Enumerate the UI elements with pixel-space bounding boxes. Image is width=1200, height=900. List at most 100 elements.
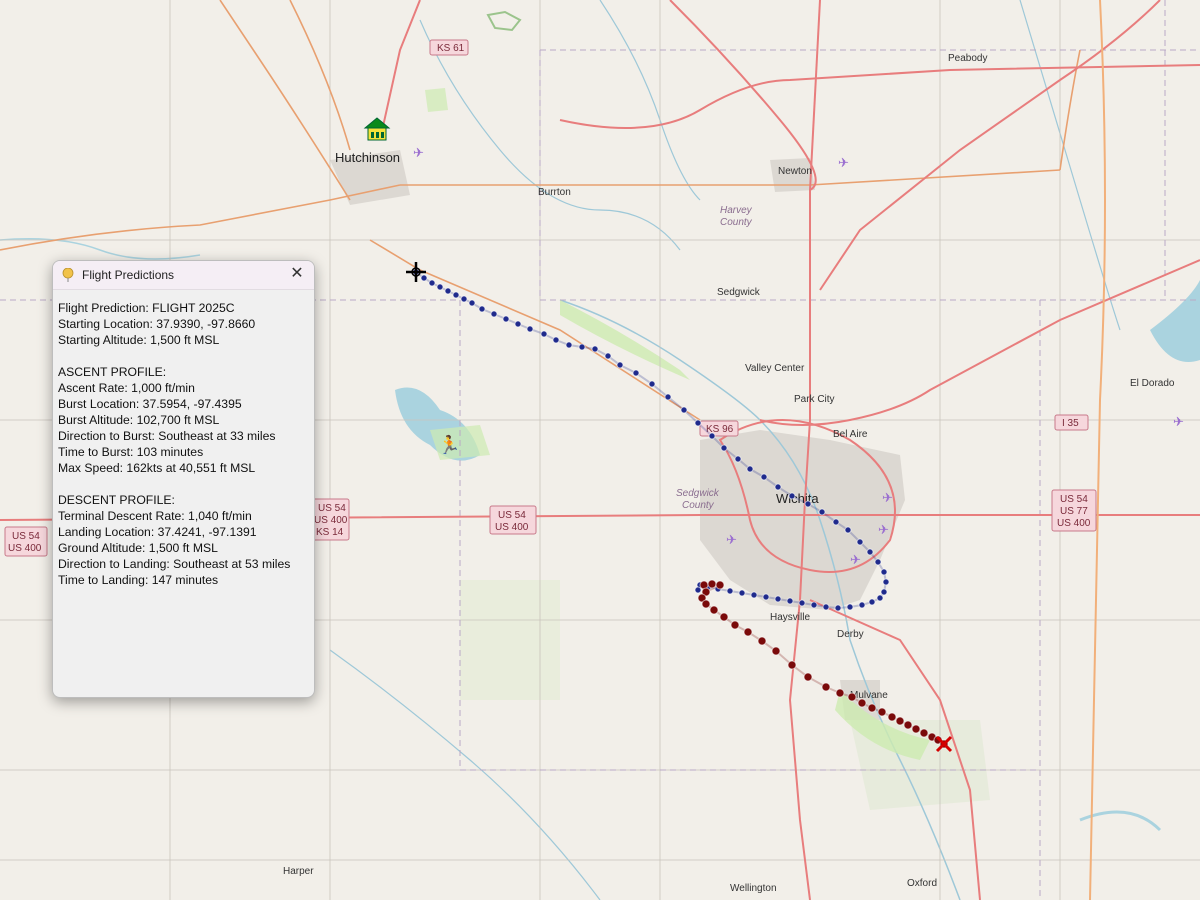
label-haysville: Haysville xyxy=(770,612,810,623)
descent-track-point xyxy=(821,682,831,692)
shield-us54-center: US 54 US 400 KS 14 xyxy=(310,498,350,541)
descent-track-point xyxy=(787,660,797,670)
flight-predictions-window[interactable]: Flight Predictions ✕ Flight Prediction: … xyxy=(52,260,315,698)
ascent-track-point xyxy=(818,508,826,516)
ascent-track-point xyxy=(648,380,656,388)
label-peabody: Peabody xyxy=(948,53,987,64)
burst-location: Burst Location: 37.5954, -97.4395 xyxy=(58,397,242,411)
ascent-track-point xyxy=(810,601,818,609)
svg-text:US 77: US 77 xyxy=(1060,506,1088,517)
ascent-track-point xyxy=(734,455,742,463)
ascent-track-point xyxy=(565,341,573,349)
airport-icon: ✈ xyxy=(850,553,861,568)
ascent-track-point xyxy=(694,586,702,594)
starting-location: Starting Location: 37.9390, -97.8660 xyxy=(58,317,256,331)
ascent-track-point xyxy=(746,465,754,473)
svg-text:US 54: US 54 xyxy=(1060,494,1088,505)
ascent-heading: ASCENT PROFILE: xyxy=(58,365,167,379)
balloon-icon xyxy=(62,268,74,282)
svg-text:KS 14: KS 14 xyxy=(316,527,344,538)
ascent-track-point xyxy=(760,473,768,481)
direction-to-burst: Direction to Burst: Southeast at 33 mile… xyxy=(58,429,276,443)
label-park-city: Park City xyxy=(794,394,835,405)
close-button[interactable]: ✕ xyxy=(286,264,308,286)
descent-track-point xyxy=(847,692,857,702)
ascent-rate: Ascent Rate: 1,000 ft/min xyxy=(58,381,195,395)
ground-altitude: Ground Altitude: 1,500 ft MSL xyxy=(58,541,218,555)
ascent-track-point xyxy=(844,526,852,534)
label-harper: Harper xyxy=(283,866,314,877)
shield-us54-mid: US 54 US 400 xyxy=(489,505,537,535)
ascent-track-point xyxy=(540,330,548,338)
label-sedgwick: Sedgwick xyxy=(717,287,761,298)
airport-icon: ✈ xyxy=(726,533,737,548)
descent-track-point xyxy=(701,599,711,609)
label-hutchinson: Hutchinson xyxy=(335,150,400,165)
label-derby: Derby xyxy=(837,629,864,640)
ascent-track-point xyxy=(694,419,702,427)
ascent-track-point xyxy=(874,558,882,566)
ascent-track-point xyxy=(490,310,498,318)
svg-text:US 400: US 400 xyxy=(314,515,348,526)
ascent-track-point xyxy=(876,594,884,602)
ascent-track-point xyxy=(798,599,806,607)
descent-track-point xyxy=(709,605,719,615)
ascent-track-point xyxy=(832,518,840,526)
window-titlebar[interactable]: Flight Predictions ✕ xyxy=(53,261,314,290)
ascent-track-point xyxy=(460,295,468,303)
ascent-track-point xyxy=(866,548,874,556)
descent-track-point xyxy=(877,707,887,717)
airport-icon: ✈ xyxy=(413,146,424,161)
ascent-track-point xyxy=(514,320,522,328)
ascent-track-point xyxy=(632,369,640,377)
burst-altitude: Burst Altitude: 102,700 ft MSL xyxy=(58,413,220,427)
ascent-track-point xyxy=(750,591,758,599)
descent-track-point xyxy=(903,720,913,730)
airport-icon: ✈ xyxy=(882,491,893,506)
ascent-track-point xyxy=(420,274,428,282)
ascent-track-point xyxy=(478,305,486,313)
descent-track-point xyxy=(857,698,867,708)
ascent-track-point xyxy=(726,587,734,595)
label-sedgwick-county-2: County xyxy=(682,500,715,511)
landing-location: Landing Location: 37.4241, -97.1391 xyxy=(58,525,257,539)
svg-text:I 35: I 35 xyxy=(1062,418,1079,429)
svg-text:US 54: US 54 xyxy=(12,531,40,542)
ascent-track-point xyxy=(762,593,770,601)
svg-text:KS 61: KS 61 xyxy=(437,43,465,54)
shield-us54-west: US 54 US 400 xyxy=(4,526,48,557)
ascent-track-point xyxy=(444,287,452,295)
shield-us54-east: US 54 US 77 US 400 xyxy=(1051,489,1097,532)
ascent-track-point xyxy=(720,444,728,452)
ascent-track-point xyxy=(846,603,854,611)
ascent-track-point xyxy=(436,283,444,291)
label-harvey-county-1: Harvey xyxy=(720,205,753,216)
descent-track-point xyxy=(743,627,753,637)
ascent-track-point xyxy=(774,595,782,603)
home-icon[interactable] xyxy=(363,117,391,141)
airport-icon: ✈ xyxy=(878,523,889,538)
ascent-track-point xyxy=(502,315,510,323)
shield-ks96: KS 96 xyxy=(699,420,739,437)
flight-name: Flight Prediction: FLIGHT 2025C xyxy=(58,301,235,315)
direction-to-landing: Direction to Landing: Southeast at 53 mi… xyxy=(58,557,291,571)
label-sedgwick-county-1: Sedgwick xyxy=(676,488,720,499)
ascent-track-point xyxy=(834,604,842,612)
ascent-track-point xyxy=(616,361,624,369)
ascent-track-point xyxy=(858,601,866,609)
ascent-track-point xyxy=(604,352,612,360)
descent-track-point xyxy=(715,580,725,590)
svg-text:US 54: US 54 xyxy=(318,503,346,514)
svg-text:US 400: US 400 xyxy=(495,522,529,533)
shield-i35: I 35 xyxy=(1054,414,1089,431)
descent-track-point xyxy=(867,703,877,713)
descent-track-point xyxy=(895,716,905,726)
ascent-track-point xyxy=(578,343,586,351)
ascent-track-point xyxy=(738,589,746,597)
window-title: Flight Predictions xyxy=(82,268,175,282)
descent-rate: Terminal Descent Rate: 1,040 ft/min xyxy=(58,509,252,523)
svg-text:US 400: US 400 xyxy=(1057,518,1091,529)
label-burrton: Burrton xyxy=(538,187,571,198)
ascent-track-point xyxy=(856,538,864,546)
ascent-track-point xyxy=(552,336,560,344)
